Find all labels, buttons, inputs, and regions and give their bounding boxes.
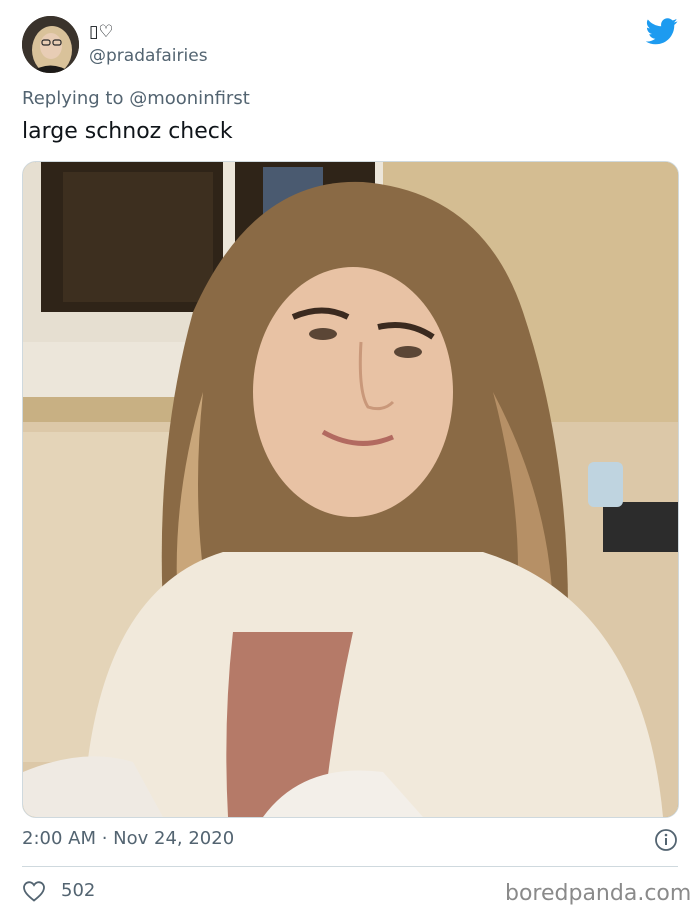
source-watermark: boredpanda.com bbox=[505, 881, 692, 906]
tweet-card: ▯♡ @pradafairies Replying to @mooninfirs… bbox=[0, 0, 700, 919]
twitter-bird-icon[interactable] bbox=[646, 18, 678, 45]
display-name[interactable]: ▯♡ bbox=[89, 22, 114, 42]
divider bbox=[22, 866, 678, 867]
tweet-text: large schnoz check bbox=[22, 119, 233, 144]
avatar[interactable] bbox=[22, 16, 79, 73]
reply-mention-link[interactable]: @mooninfirst bbox=[129, 88, 250, 109]
reply-context: Replying to @mooninfirst bbox=[22, 88, 250, 110]
user-handle[interactable]: @pradafairies bbox=[89, 46, 208, 66]
like-count[interactable]: 502 bbox=[61, 879, 95, 903]
heart-icon[interactable] bbox=[22, 880, 46, 902]
tweet-timestamp[interactable]: 2:00 AM · Nov 24, 2020 bbox=[22, 827, 234, 851]
tweet-photo[interactable] bbox=[22, 161, 679, 818]
reply-prefix: Replying to bbox=[22, 88, 124, 109]
info-icon[interactable] bbox=[654, 828, 678, 852]
